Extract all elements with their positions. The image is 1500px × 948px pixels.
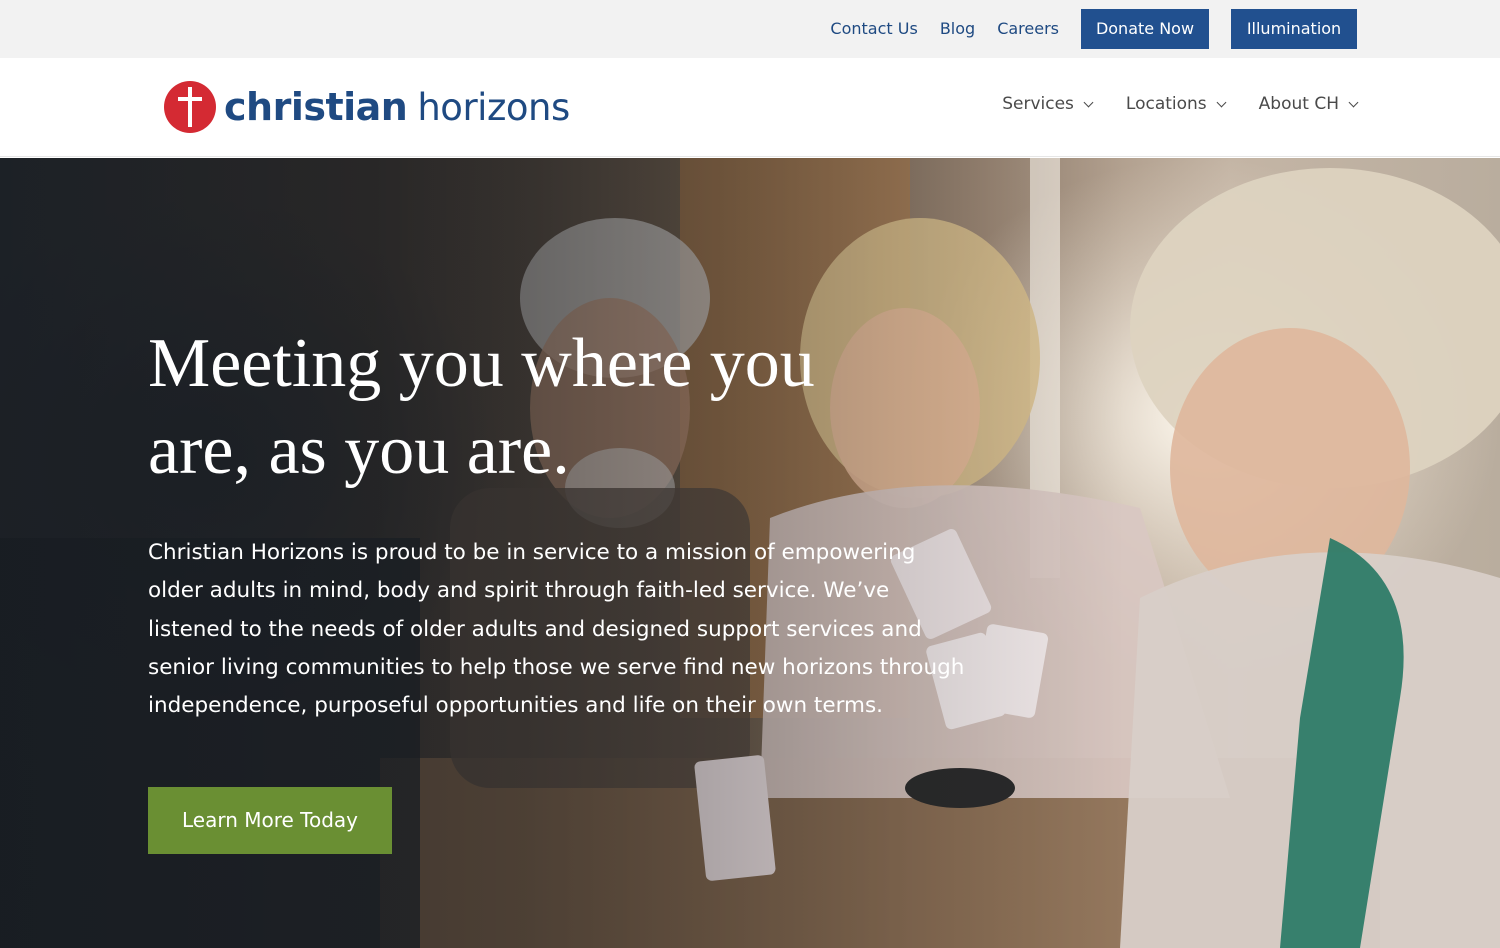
logo[interactable]: christian horizons [164,80,570,134]
nav-item-label: Services [1002,94,1074,114]
learn-more-button[interactable]: Learn More Today [148,787,392,854]
cross-logo-icon [164,81,216,133]
hero-heading-line: Meeting you where you [148,325,815,402]
nav-item-about[interactable]: About CH [1258,94,1359,114]
chevron-down-icon [1348,97,1359,107]
nav-item-label: About CH [1258,94,1339,114]
hero-description-line: older adults in mind, body and spirit th… [148,578,890,604]
blog-link[interactable]: Blog [940,9,975,49]
main-nav: Services Locations About CH [1002,94,1359,114]
hero-section: Meeting you where you are, as you are. C… [0,158,1500,948]
hero-heading-line: are, as you are. [148,412,570,489]
hero-description: Christian Horizons is proud to be in ser… [148,534,1008,725]
hero-description-line: Christian Horizons is proud to be in ser… [148,540,916,565]
careers-link[interactable]: Careers [997,9,1059,49]
nav-item-label: Locations [1125,94,1207,114]
hero-heading: Meeting you where you are, as you are. [148,320,948,494]
hero-description-line: senior living communities to help those … [148,654,965,680]
logo-wordmark: christian horizons [224,85,570,130]
nav-item-locations[interactable]: Locations [1125,94,1227,114]
logo-wordmark-bold: christian [224,84,408,129]
contact-us-link[interactable]: Contact Us [830,9,917,49]
chevron-down-icon [1216,97,1227,107]
logo-wordmark-light: horizons [417,85,570,129]
utility-bar: Contact Us Blog Careers Donate Now Illum… [0,0,1500,58]
chevron-down-icon [1083,97,1094,107]
main-header: christian horizons Services Locations Abo… [0,58,1500,157]
donate-now-button[interactable]: Donate Now [1081,9,1209,49]
utility-nav: Contact Us Blog Careers Donate Now Illum… [830,9,1357,49]
hero-description-line: listened to the needs of older adults an… [148,616,922,642]
cross-horizontal [178,97,202,101]
cross-vertical [188,87,192,127]
illumination-button[interactable]: Illumination [1231,9,1357,49]
hero-description-line: independence, purposeful opportunities a… [148,693,884,719]
nav-item-services[interactable]: Services [1002,94,1094,114]
